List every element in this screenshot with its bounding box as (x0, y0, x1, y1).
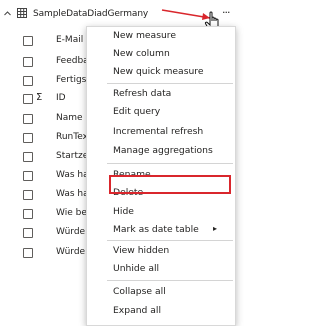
field-checkbox[interactable] (23, 248, 33, 258)
menu-item-manage-aggregations[interactable]: Manage aggregations (87, 142, 235, 160)
menu-separator (107, 240, 233, 241)
context-menu: New measure New column New quick measure Re… (86, 26, 236, 326)
field-checkbox[interactable] (23, 228, 33, 238)
menu-separator (107, 163, 233, 164)
menu-item-label: Manage aggregations (113, 145, 213, 156)
menu-item-new-measure[interactable]: New measure (87, 27, 235, 45)
menu-item-incremental-refresh[interactable]: Incremental refresh (87, 123, 235, 141)
field-name[interactable]: Wie be (56, 208, 87, 218)
field-checkbox[interactable] (23, 209, 33, 219)
field-checkbox[interactable] (23, 57, 33, 67)
annotation-highlight-box (109, 175, 231, 194)
menu-item-label: Edit query (113, 106, 161, 117)
field-checkbox[interactable] (23, 114, 33, 124)
field-name[interactable]: Was ha (56, 189, 89, 199)
sum-icon: Σ (36, 92, 43, 103)
menu-item-hide[interactable]: Hide (87, 203, 235, 221)
chevron-up-icon[interactable] (4, 10, 11, 17)
more-options-icon[interactable]: ··· (222, 6, 236, 19)
menu-item-label: Incremental refresh (113, 126, 204, 137)
menu-item-label: New quick measure (113, 66, 204, 77)
table-header[interactable]: SampleDataDiadGermany ··· (0, 0, 236, 32)
menu-separator (107, 280, 233, 281)
field-checkbox[interactable] (23, 36, 33, 46)
menu-item-label: New column (113, 48, 170, 59)
menu-item-label: Expand all (113, 305, 162, 316)
menu-item-label: Collapse all (113, 286, 166, 297)
menu-separator (107, 83, 233, 84)
menu-item-edit-query[interactable]: Edit query (87, 103, 235, 121)
field-checkbox[interactable] (23, 133, 33, 143)
field-checkbox[interactable] (23, 152, 33, 162)
field-checkbox[interactable] (23, 190, 33, 200)
field-name[interactable]: Würde (56, 247, 85, 257)
field-checkbox[interactable] (23, 171, 33, 181)
menu-item-new-quick-measure[interactable]: New quick measure (87, 63, 235, 81)
field-checkbox[interactable] (23, 94, 33, 104)
field-name[interactable]: Feedba (56, 56, 89, 66)
table-name[interactable]: SampleDataDiadGermany (33, 9, 148, 19)
menu-item-refresh-data[interactable]: Refresh data (87, 85, 235, 103)
menu-item-mark-as-date-table[interactable]: Mark as date table ▸ (87, 221, 235, 239)
menu-item-unhide-all[interactable]: Unhide all (87, 260, 235, 278)
field-name[interactable]: Fertigs (56, 75, 86, 85)
menu-item-label: View hidden (113, 245, 170, 256)
field-name[interactable]: E-Mail (56, 35, 83, 45)
menu-item-expand-all[interactable]: Expand all (87, 302, 235, 320)
menu-item-label: Refresh data (113, 88, 172, 99)
field-checkbox[interactable] (23, 76, 33, 86)
field-name[interactable]: Würde (56, 227, 85, 237)
field-name[interactable]: Startze (56, 151, 88, 161)
menu-item-label: New measure (113, 30, 177, 41)
submenu-arrow-icon: ▸ (212, 224, 217, 233)
menu-item-label: Unhide all (113, 263, 160, 274)
menu-item-view-hidden[interactable]: View hidden (87, 242, 235, 260)
field-name[interactable]: RunTex (56, 132, 88, 142)
field-name[interactable]: Was ha (56, 170, 89, 180)
menu-item-collapse-all[interactable]: Collapse all (87, 283, 235, 301)
table-icon (17, 8, 27, 18)
field-name[interactable]: ID (56, 93, 66, 103)
field-name[interactable]: Name (56, 113, 83, 123)
menu-item-label: Mark as date table (113, 224, 199, 235)
menu-item-label: Hide (113, 206, 134, 217)
menu-item-new-column[interactable]: New column (87, 45, 235, 63)
